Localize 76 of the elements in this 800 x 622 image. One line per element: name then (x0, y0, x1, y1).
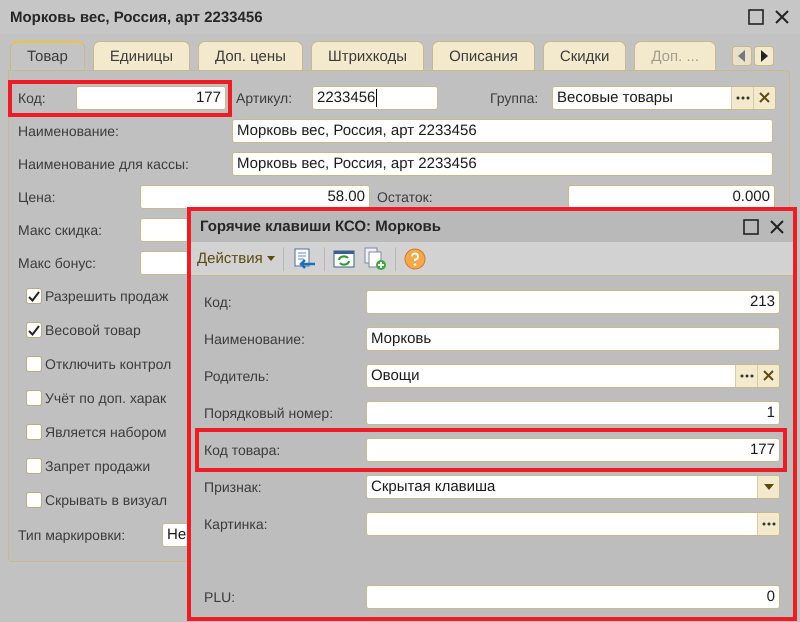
field-label: Тип маркировки: (18, 526, 126, 542)
tab[interactable]: Товар (10, 41, 85, 70)
more-icon[interactable] (740, 374, 754, 378)
close-icon[interactable] (774, 9, 790, 25)
checkbox[interactable] (26, 390, 42, 406)
close-icon[interactable] (769, 218, 785, 234)
checkbox-label: Является набором (45, 424, 168, 440)
clear-icon[interactable] (759, 92, 770, 103)
field-label: Признак: (204, 478, 263, 494)
field-label: Наименование: (204, 330, 306, 346)
input-field[interactable]: 213 (366, 290, 780, 314)
input-field[interactable] (140, 218, 189, 242)
checkbox[interactable] (26, 458, 42, 474)
input-field[interactable]: 0.000 (568, 184, 775, 208)
input-field[interactable]: Морковь вес, Россия, арт 2233456 (232, 118, 773, 142)
field-label: Родитель: (204, 368, 270, 384)
checkbox[interactable] (26, 492, 42, 508)
checkbox-label: Отключить контрол (45, 356, 172, 372)
checkbox-label: Весовой товар (45, 322, 142, 338)
field-label: Группа: (490, 90, 540, 106)
field-label: Остаток: (377, 188, 434, 204)
field-label: Цена: (18, 188, 57, 204)
check-icon (28, 290, 40, 302)
input-field[interactable]: 177 (76, 86, 226, 110)
field-label: Макс скидка: (18, 222, 103, 238)
choice-field[interactable] (366, 512, 780, 536)
caret-icon (266, 256, 275, 261)
checkbox-label: Скрывать в визуал (45, 492, 168, 508)
scroll-right-icon[interactable] (754, 46, 774, 66)
checkbox[interactable] (26, 288, 42, 304)
tab[interactable]: Штрихкоды (310, 41, 424, 70)
dialog-title: Горячие клавиши КСО: Морковь (200, 218, 441, 235)
field-label: Код товара: (204, 442, 282, 458)
tab[interactable]: Описания (432, 41, 535, 70)
clear-icon[interactable] (763, 370, 774, 381)
checkbox-label: Разрешить продаж (45, 288, 170, 304)
checkbox[interactable] (26, 356, 42, 372)
more-icon[interactable] (736, 96, 750, 100)
input-field[interactable] (140, 250, 189, 274)
actions-menu[interactable]: Действия (197, 250, 275, 267)
refresh-icon[interactable] (332, 248, 355, 268)
input-field[interactable]: 177 (366, 438, 780, 462)
input-field[interactable]: 2233456 (312, 86, 438, 110)
field-label: Наименование для кассы: (18, 156, 190, 172)
more-icon[interactable] (762, 522, 776, 526)
choice-field[interactable]: Скрытая клавиша (366, 474, 780, 498)
tab[interactable]: Скидки (542, 41, 626, 70)
field-label: Порядковый номер: (204, 404, 334, 420)
maximize-icon[interactable] (748, 9, 764, 25)
checkbox[interactable] (26, 322, 42, 338)
field-label: Макс бонус: (18, 254, 98, 270)
copy-add-icon[interactable] (362, 246, 387, 270)
input-field[interactable]: 0 (366, 584, 780, 608)
checkbox[interactable] (26, 424, 42, 440)
field-label: Код: (204, 294, 233, 310)
choice-field[interactable]: Весовые товары (552, 86, 776, 110)
input-field[interactable]: 58.00 (140, 184, 370, 208)
check-icon (28, 324, 40, 336)
tab[interactable]: Доп. цены (198, 41, 303, 70)
window-title: Морковь вес, Россия, арт 2233456 (10, 8, 263, 26)
input-field[interactable]: 1 (366, 400, 780, 424)
maximize-icon[interactable] (743, 218, 759, 234)
tab[interactable]: Единицы (92, 41, 190, 70)
dropdown-arrow-icon[interactable] (764, 484, 774, 490)
help-icon[interactable] (404, 248, 426, 270)
input-field[interactable]: Морковь (366, 326, 780, 350)
field-label: Код: (18, 90, 47, 106)
field-label: Наименование: (18, 122, 120, 138)
field-label: Картинка: (204, 516, 268, 532)
checkbox-label: Учёт по доп. харак (45, 390, 168, 406)
choice-field[interactable]: Овощи (366, 364, 780, 388)
field-label: PLU: (204, 588, 236, 604)
input-field[interactable]: Морковь вес, Россия, арт 2233456 (232, 152, 773, 176)
field-label: Артикул: (236, 90, 294, 106)
checkbox-label: Запрет продажи (45, 458, 152, 474)
document-arrow-icon[interactable] (292, 248, 316, 270)
